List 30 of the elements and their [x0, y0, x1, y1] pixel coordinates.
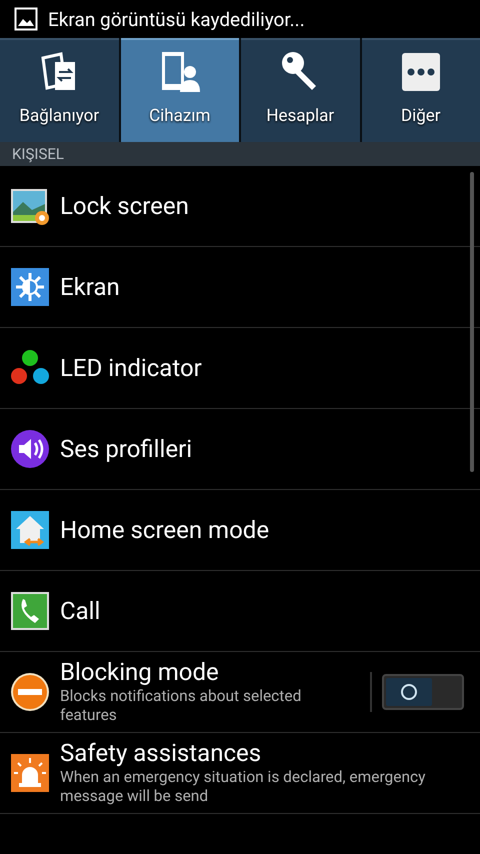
setting-title: LED indicator	[60, 354, 203, 382]
setting-title: Safety assistances	[60, 739, 262, 768]
landscape-lock-icon	[10, 186, 50, 226]
image-icon	[14, 7, 38, 31]
section-title: KIŞISEL	[12, 146, 64, 162]
siren-icon	[10, 753, 50, 793]
settings-item[interactable]: Blocking mode Blocks notifications about selected features	[0, 652, 480, 733]
toggle-switch[interactable]	[382, 674, 464, 710]
phone-icon	[10, 591, 50, 631]
settings-item[interactable]: Safety assistances When an emergency situation is declared, emergency message will be send	[0, 733, 480, 814]
notification-text: Ekran görüntüsü kaydediliyor...	[48, 8, 305, 30]
setting-title: Home screen mode	[60, 516, 270, 544]
speaker-icon	[10, 429, 50, 469]
tab[interactable]: Bağlanıyor	[0, 38, 118, 142]
setting-title: Blocking mode	[60, 658, 220, 688]
no-entry-icon	[10, 672, 50, 712]
settings-item[interactable]: Call	[0, 571, 480, 652]
setting-title: Ekran	[60, 272, 121, 302]
ring-icon	[400, 683, 418, 701]
tab[interactable]: Diğer	[362, 38, 480, 142]
house-icon	[10, 510, 50, 550]
setting-title: Lock screen	[60, 192, 190, 220]
setting-summary: When an emergency situation is declared, emergency message will be send	[60, 768, 426, 807]
tab[interactable]: Hesaplar	[241, 38, 360, 142]
tab[interactable]: Cihazım	[120, 38, 239, 142]
setting-summary: Blocks notifications about selected features	[60, 687, 302, 726]
setting-title: Call	[60, 596, 102, 626]
settings-item[interactable]: Home screen mode	[0, 490, 480, 571]
brightness-icon	[10, 267, 50, 307]
setting-title: Ses profilleri	[60, 434, 194, 464]
